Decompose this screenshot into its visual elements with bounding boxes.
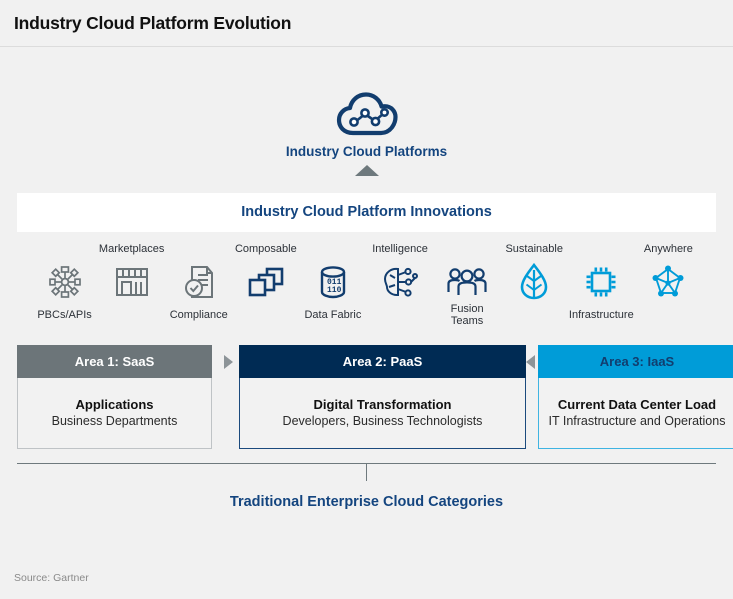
people-group-icon [447,268,487,295]
area-subtitle-saas: Business Departments [51,414,178,429]
database-icon: 011 110 [320,266,346,299]
innovation-top-label: Anywhere [643,243,693,255]
area-boxes: Area 1: SaaS Applications Business Depar… [17,345,733,449]
stacked-squares-icon [248,267,284,297]
innovation-top-label: Intelligence [372,243,428,255]
innovation-icon-sustainable[interactable] [501,263,568,301]
innovation-icon-anywhere[interactable] [635,264,702,300]
cloud-network-icon [336,92,398,136]
document-check-icon [184,266,213,298]
hero-section: Industry Cloud Platforms [0,92,733,176]
area-box-paas[interactable]: Area 2: PaaS Digital Transformation Deve… [239,345,526,449]
area-header-saas: Area 1: SaaS [17,345,212,378]
area-body-iaas: Current Data Center Load IT Infrastructu… [538,378,733,449]
innovation-bottom-label: Fusion Teams [450,303,484,327]
storefront-icon [115,268,148,296]
innovation-icon-compliance[interactable] [165,264,232,300]
innovation-bottom-label: Infrastructure [568,309,634,321]
innovations-title: Industry Cloud Platform Innovations [17,193,716,232]
area-subtitle-iaas: IT Infrastructure and Operations [548,414,726,429]
innovation-bottom-labels: PBCs/APIs Compliance Data Fabric Fusion … [17,303,716,327]
brain-circuit-icon [384,267,419,297]
innovation-icon-pbcs-apis[interactable] [31,265,98,299]
area-body-saas: Applications Business Departments [17,378,212,449]
innovation-icon-intelligence[interactable] [366,265,433,299]
cpu-chip-icon [586,267,616,297]
area-subtitle-paas: Developers, Business Technologists [282,414,483,429]
innovation-bottom-label: PBCs/APIs [37,309,92,321]
innovation-icon-fusion-teams[interactable] [434,267,501,297]
hero-label: Industry Cloud Platforms [285,144,448,159]
innovation-icon-marketplaces[interactable] [98,266,165,298]
innovation-top-label: Sustainable [505,243,563,255]
innovations-panel: Industry Cloud Platform Innovations Mark… [17,193,716,327]
innovation-top-label: Marketplaces [98,243,165,255]
source-note: Source: Gartner [14,572,89,584]
page-header: Industry Cloud Platform Evolution [0,0,733,47]
innovation-top-labels: Marketplaces Composable Intelligence Sus… [17,239,716,259]
area-title-saas: Applications [75,396,154,412]
area-box-iaas[interactable]: Area 3: IaaS Current Data Center Load IT… [538,345,733,449]
innovation-bottom-label: Data Fabric [304,309,362,321]
innovation-top-label: Composable [234,243,297,255]
area-body-paas: Digital Transformation Developers, Busin… [239,378,526,449]
innovations-body: Marketplaces Composable Intelligence Sus… [17,232,716,327]
innovation-icon-infrastructure[interactable] [568,265,635,299]
network-mesh-icon [652,265,684,297]
area-title-paas: Digital Transformation [313,396,452,412]
leaf-icon [520,263,548,300]
area-box-saas[interactable]: Area 1: SaaS Applications Business Depar… [17,345,212,449]
area-header-iaas: Area 3: IaaS [538,345,733,378]
innovation-icon-row: 011 110 [17,259,716,305]
innovation-icon-composable[interactable] [232,266,299,298]
triangle-left-icon [526,355,535,369]
hub-nodes-icon [48,266,81,298]
up-arrow-icon [354,165,379,176]
area-title-iaas: Current Data Center Load [557,396,717,412]
svg-text:110: 110 [327,286,342,295]
innovation-bottom-label: Compliance [169,309,228,321]
bracket-tick [366,464,367,481]
innovation-icon-data-fabric[interactable]: 011 110 [299,264,366,300]
page-title: Industry Cloud Platform Evolution [14,12,292,33]
area-header-paas: Area 2: PaaS [239,345,526,378]
triangle-right-icon [224,355,233,369]
bottom-category-label: Traditional Enterprise Cloud Categories [229,494,504,510]
